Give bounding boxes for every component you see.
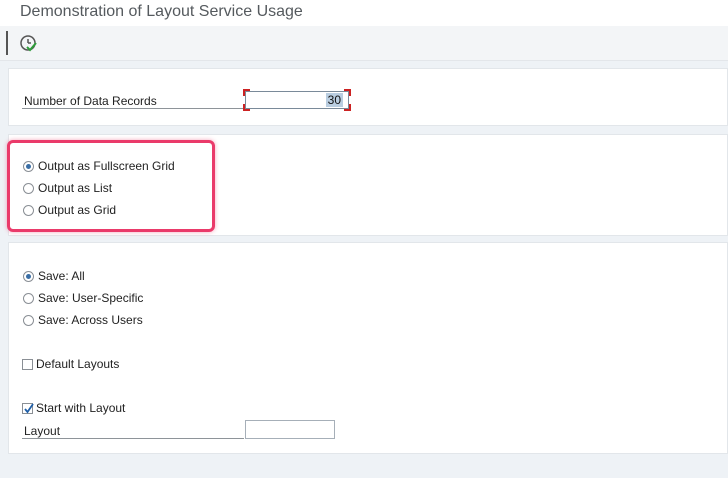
toolbar-separator bbox=[6, 31, 8, 55]
checkbox-start-with-layout[interactable]: Start with Layout bbox=[22, 400, 125, 416]
execute-clock-icon[interactable] bbox=[18, 33, 38, 53]
records-value: 30 bbox=[325, 93, 343, 107]
radio-save-user-specific[interactable]: Save: User-Specific bbox=[23, 290, 143, 306]
layout-label: Layout bbox=[24, 424, 61, 438]
checkbox[interactable] bbox=[22, 402, 34, 414]
checkbox-default-layouts[interactable]: Default Layouts bbox=[22, 356, 119, 372]
save-panel bbox=[8, 242, 728, 454]
radio-save-across-users[interactable]: Save: Across Users bbox=[23, 312, 143, 328]
layout-input[interactable] bbox=[245, 420, 335, 439]
title-bar: Demonstration of Layout Service Usage bbox=[0, 0, 728, 26]
checkbox-label: Default Layouts bbox=[36, 357, 120, 371]
page-title: Demonstration of Layout Service Usage bbox=[20, 3, 303, 20]
checkbox[interactable] bbox=[22, 358, 33, 370]
radio-label: Save: Across Users bbox=[38, 313, 143, 327]
records-label: Number of Data Records bbox=[24, 94, 157, 108]
records-input[interactable]: 30 bbox=[243, 89, 351, 111]
radio-button[interactable] bbox=[23, 292, 34, 304]
radio-save-all[interactable]: Save: All bbox=[23, 268, 85, 284]
highlight-box bbox=[7, 140, 215, 232]
radio-label: Save: User-Specific bbox=[38, 291, 144, 305]
toolbar bbox=[0, 26, 728, 61]
focus-corner-br bbox=[344, 104, 351, 111]
checkbox-label: Start with Layout bbox=[36, 401, 126, 415]
focus-corner-tl bbox=[243, 89, 250, 96]
radio-label: Save: All bbox=[38, 269, 85, 283]
focus-corner-tr bbox=[344, 89, 351, 96]
focus-corner-bl bbox=[243, 104, 250, 111]
records-label-underline bbox=[22, 108, 244, 109]
radio-button[interactable] bbox=[23, 270, 34, 282]
layout-label-underline bbox=[22, 438, 244, 439]
checkmark-icon bbox=[24, 402, 34, 413]
radio-button[interactable] bbox=[23, 314, 34, 326]
